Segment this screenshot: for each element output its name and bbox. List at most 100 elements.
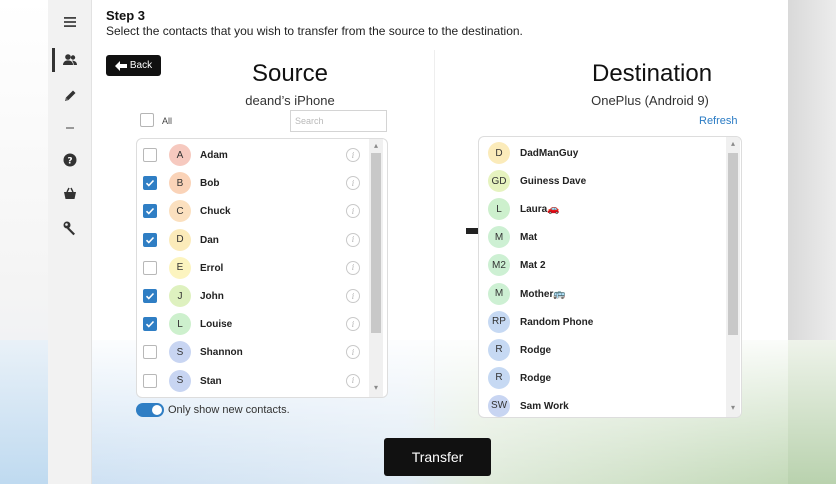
rail-separator [66,127,74,129]
contact-avatar: SW [488,394,510,417]
contact-avatar: L [488,198,510,221]
contact-checkbox[interactable] [143,148,157,162]
source-scroll-up-icon[interactable]: ▴ [370,141,382,150]
contact-avatar: R [488,366,510,389]
select-all-checkbox[interactable] [140,113,154,127]
contact-name: Random Phone [520,316,594,328]
destination-contact-row[interactable]: RP Random Phone [479,309,724,335]
source-contact-list[interactable]: ▴ ▾ A Adam i B Bob i C Chuck i D Dan i E Errol i J John i… [136,138,388,398]
info-icon[interactable]: i [346,317,360,332]
info-icon[interactable]: i [346,345,360,360]
destination-contact-list[interactable]: ▴ ▾ D DadManGuy GD Guiness Dave L Laura🚗 M Mat M… [478,136,742,418]
info-icon[interactable]: i [346,232,360,247]
contact-avatar: D [169,228,191,251]
source-contact-row[interactable]: S Shannon i [137,339,367,365]
contact-name: Mother🚌 [520,288,566,300]
source-contact-row[interactable]: D Dan i [137,227,367,253]
info-icon[interactable]: i [346,176,360,191]
back-button-label: Back [129,60,153,71]
info-icon[interactable]: i [346,373,360,388]
contact-avatar: GD [488,170,510,193]
contact-avatar: M [488,226,510,249]
destination-scroll-up-icon[interactable]: ▴ [727,139,739,148]
contact-name: Rodge [520,344,552,356]
source-contact-row[interactable]: S Stan i [137,368,367,394]
destination-contact-row[interactable]: SW Sam Work [479,393,724,417]
wrench-icon[interactable] [56,216,84,240]
source-contact-row[interactable]: C Chuck i [137,198,367,224]
rail-active-indicator [52,48,55,72]
info-icon[interactable]: i [346,289,360,303]
info-icon[interactable]: i [346,148,360,162]
select-all-label: All [162,116,173,126]
contact-avatar: E [169,256,191,279]
backdrop-left-gradient [0,340,48,484]
contact-emoji: 🚌 [553,288,566,300]
destination-scroll-down-icon[interactable]: ▾ [727,403,739,412]
contact-checkbox[interactable] [143,345,157,360]
destination-contact-row[interactable]: M Mother🚌 [479,281,724,307]
contact-name: Mat 2 [520,260,546,272]
contact-checkbox[interactable] [143,289,157,303]
contact-avatar: R [488,338,510,361]
pane-divider [434,50,435,430]
destination-contact-row[interactable]: M Mat [479,224,724,250]
search-input[interactable] [290,110,387,132]
basket-icon[interactable] [56,182,84,206]
contact-name: Dan [200,234,219,246]
info-icon[interactable]: i [346,260,360,275]
destination-contact-row[interactable]: L Laura🚗 [479,196,724,222]
contact-avatar: D [488,142,510,164]
app-window: ? Step 3 Select the contacts that you wi… [48,0,788,484]
destination-contact-row[interactable]: M2 Mat 2 [479,252,724,278]
contact-checkbox[interactable] [143,260,157,275]
contact-name: Mat [520,232,538,244]
source-contact-row[interactable]: B Bob i [137,170,367,196]
contact-name: John [200,291,224,302]
destination-scrollbar-thumb[interactable] [728,153,738,335]
source-contact-row[interactable]: J John i [137,283,367,309]
only-new-contacts-label: Only show new contacts. [168,404,290,416]
source-scrollbar-thumb[interactable] [371,153,381,333]
contact-checkbox[interactable] [143,317,157,332]
contact-name: Chuck [200,206,231,218]
source-contact-row[interactable]: E Errol i [137,255,367,281]
source-contact-row[interactable]: L Louise i [137,311,367,337]
source-contact-row[interactable]: A Adam i [137,142,367,168]
source-scroll-down-icon[interactable]: ▾ [370,383,382,392]
contacts-icon[interactable] [56,48,84,72]
contact-checkbox[interactable] [143,373,157,388]
destination-device-name: OnePlus (Android 9) [591,93,709,108]
destination-contact-row[interactable]: R Rodge [479,337,724,363]
contact-name: Errol [200,262,224,274]
destination-contact-row[interactable]: D DadManGuy [479,140,724,166]
refresh-link[interactable]: Refresh [699,115,738,127]
contact-name: Guiness Dave [520,176,587,188]
contact-avatar: S [169,341,191,364]
back-button[interactable]: Back [106,55,161,76]
contact-checkbox[interactable] [143,204,157,219]
contact-name: DadManGuy [520,148,579,159]
contact-checkbox[interactable] [143,232,157,247]
backdrop-right-gradient [788,340,836,484]
help-icon[interactable]: ? [56,148,84,172]
contact-name: Louise [200,319,233,331]
destination-contact-row[interactable]: R Rodge [479,365,724,391]
transfer-button[interactable]: Transfer [384,438,491,476]
contact-name: Stan [200,375,222,387]
contact-avatar: A [169,144,191,166]
destination-contact-row[interactable]: GD Guiness Dave [479,168,724,194]
only-new-contacts-toggle[interactable] [136,403,164,417]
contact-checkbox[interactable] [143,176,157,191]
info-icon[interactable]: i [346,204,360,219]
contact-name: Rodge [520,372,552,384]
source-device-name: deand’s iPhone [245,93,335,108]
pencil-icon[interactable] [56,84,84,108]
contact-avatar: S [169,369,191,392]
menu-icon[interactable] [56,10,84,34]
source-title: Source [251,60,329,87]
contact-name: Sam Work [520,400,569,412]
step-description: Select the contacts that you wish to tra… [106,24,523,38]
contact-avatar: RP [488,310,510,333]
contact-name: Laura🚗 [520,204,560,216]
